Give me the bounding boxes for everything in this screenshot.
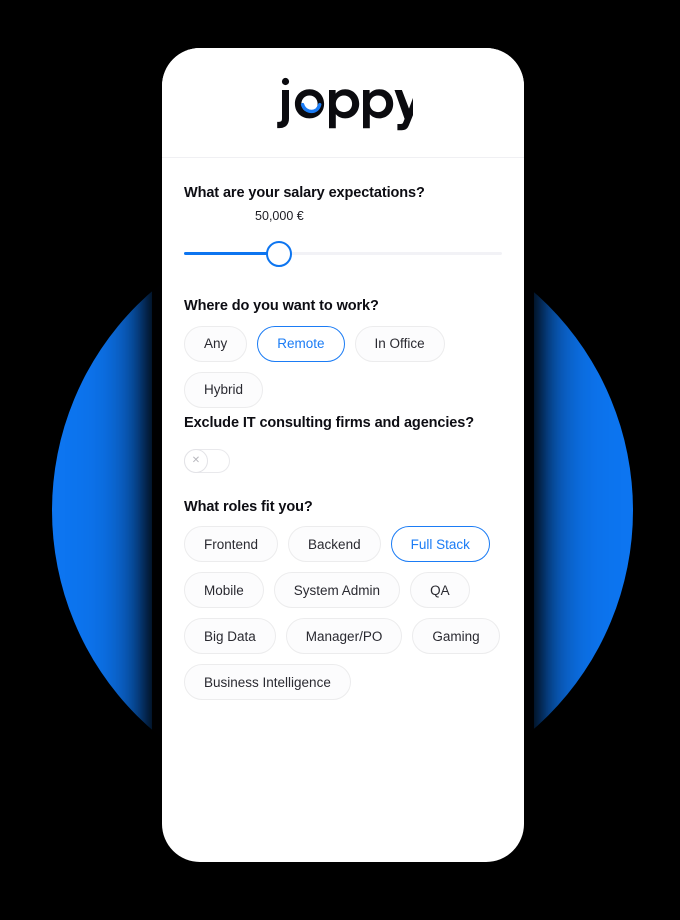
salary-slider[interactable] [184, 240, 502, 267]
chip-qa[interactable]: QA [410, 572, 470, 609]
salary-question-title: What are your salary expectations? [184, 185, 425, 201]
section-roles: What roles fit you? Frontend Backend Full … [184, 498, 502, 701]
app-header [162, 48, 524, 158]
preferences-form: What are your salary expectations? 50,00… [162, 158, 524, 826]
chip-business-intelligence[interactable]: Business Intelligence [184, 664, 351, 701]
chip-big-data[interactable]: Big Data [184, 618, 276, 655]
chip-remote[interactable]: Remote [257, 325, 345, 362]
chip-in-office[interactable]: In Office [354, 325, 445, 362]
slider-fill [184, 251, 280, 255]
chip-gaming[interactable]: Gaming [412, 618, 500, 655]
work-location-chip-group: Any Remote In Office Hybrid [184, 325, 502, 408]
exclude-consulting-toggle[interactable]: ✕ [184, 448, 230, 473]
chip-frontend[interactable]: Frontend [184, 526, 279, 563]
chip-hybrid[interactable]: Hybrid [184, 371, 264, 408]
chip-full-stack[interactable]: Full Stack [390, 526, 490, 563]
chip-system-admin[interactable]: System Admin [273, 572, 401, 609]
salary-slider-block: 50,000 € [184, 209, 502, 291]
slider-thumb-handle[interactable] [266, 240, 293, 267]
roles-question-title: What roles fit you? [184, 498, 313, 515]
phone-mockup-card: What are your salary expectations? 50,00… [162, 48, 524, 862]
chip-mobile[interactable]: Mobile [184, 572, 264, 609]
screenshot-stage: What are your salary expectations? 50,00… [0, 0, 680, 920]
joppy-logo [273, 75, 413, 131]
roles-chip-group: Frontend Backend Full Stack Mobile System Ad… [184, 526, 502, 701]
chip-any[interactable]: Any [184, 325, 248, 362]
bottom-spacer [184, 706, 502, 826]
chip-manager-po[interactable]: Manager/PO [285, 618, 403, 655]
exclude-consulting-question-title: Exclude IT consulting firms and agencies… [184, 414, 474, 431]
salary-value-label: 50,000 € [255, 208, 304, 223]
work-location-question-title: Where do you want to work? [184, 297, 379, 314]
section-salary: What are your salary expectations? 50,00… [184, 184, 502, 291]
section-exclude-consulting: Exclude IT consulting firms and agencies… [184, 414, 502, 492]
chip-backend[interactable]: Backend [288, 526, 381, 563]
close-x-icon: ✕ [184, 448, 208, 473]
section-work-location: Where do you want to work? Any Remote In O… [184, 297, 502, 408]
